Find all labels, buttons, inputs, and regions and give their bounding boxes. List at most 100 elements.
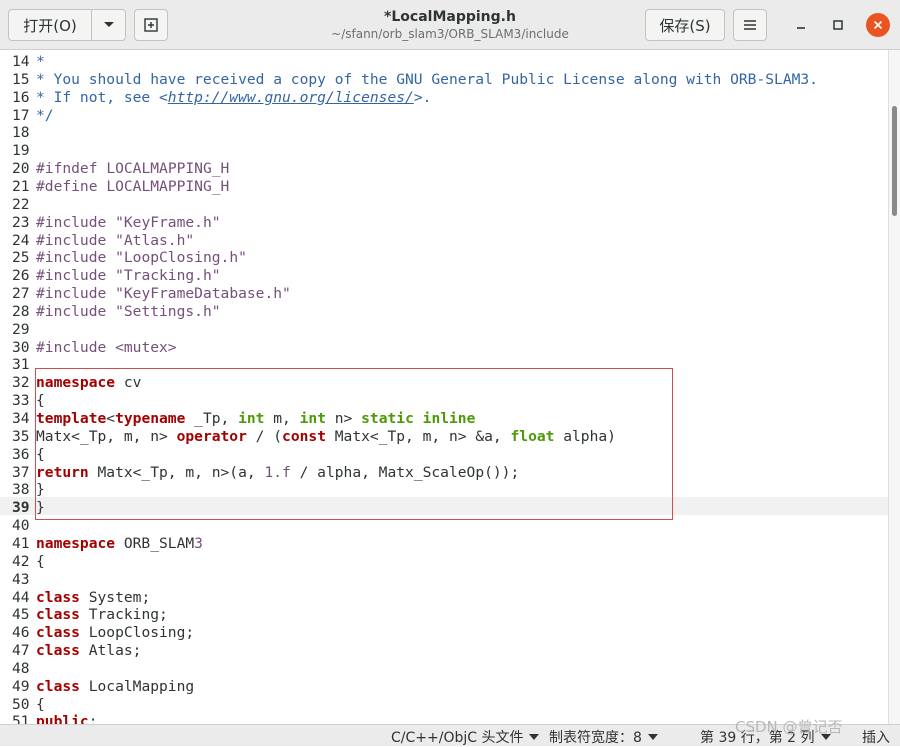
- code-text: #include "KeyFrameDatabase.h": [36, 285, 291, 303]
- close-button[interactable]: [866, 13, 890, 37]
- code-line[interactable]: 49 class LocalMapping: [0, 678, 888, 696]
- code-line[interactable]: 29: [0, 321, 888, 339]
- code-line[interactable]: 42 {: [0, 553, 888, 571]
- code-line[interactable]: 21 #define LOCALMAPPING_H: [0, 178, 888, 196]
- line-number: 41: [12, 534, 30, 552]
- window-title-area: *LocalMapping.h ~/sfann/orb_slam3/ORB_SL…: [250, 8, 650, 42]
- line-number: 46: [12, 624, 30, 642]
- line-number: 39: [12, 499, 30, 517]
- code-editor[interactable]: 14 * 15 * You should have received a copy o…: [0, 50, 888, 724]
- watermark: CSDN @曾记否: [735, 718, 843, 736]
- code-line[interactable]: 25 #include "LoopClosing.h": [0, 249, 888, 267]
- language-selector[interactable]: C/C++/ObjC 头文件: [391, 727, 540, 747]
- code-line[interactable]: 50 {: [0, 696, 888, 714]
- code-line[interactable]: 30 #include <mutex>: [0, 339, 888, 357]
- minimize-icon: [797, 27, 805, 29]
- insert-mode-indicator[interactable]: 插入: [862, 727, 890, 747]
- open-button-group: 打开(O): [8, 9, 126, 41]
- menu-button[interactable]: [733, 9, 767, 41]
- scrollbar-thumb[interactable]: [892, 106, 897, 216]
- code-text: namespace cv: [36, 374, 142, 392]
- line-number: 20: [12, 160, 30, 178]
- code-text: #include "Settings.h": [36, 302, 221, 320]
- code-text: {: [36, 445, 45, 463]
- code-line[interactable]: 31: [0, 356, 888, 374]
- code-text: return Matx<_Tp, m, n>(a, 1.f / alpha, M…: [36, 463, 520, 481]
- code-line[interactable]: 17 */: [0, 107, 888, 125]
- code-line[interactable]: 38}: [0, 481, 888, 499]
- code-line[interactable]: 37 return Matx<_Tp, m, n>(a, 1.f / alpha,…: [0, 464, 888, 482]
- code-text: #include "Atlas.h": [36, 231, 195, 249]
- open-menu-button[interactable]: [92, 10, 125, 40]
- code-line[interactable]: 32 namespace cv: [0, 374, 888, 392]
- code-line[interactable]: 39}: [0, 499, 888, 517]
- code-line[interactable]: 15 * You should have received a copy of t…: [0, 71, 888, 89]
- vertical-scrollbar[interactable]: [888, 50, 900, 724]
- save-button[interactable]: 保存(S): [645, 9, 725, 41]
- line-number: 51: [12, 713, 30, 724]
- maximize-button[interactable]: [826, 13, 850, 37]
- code-line[interactable]: 27 #include "KeyFrameDatabase.h": [0, 285, 888, 303]
- tab-width-selector[interactable]: 制表符宽度：8: [549, 727, 658, 747]
- code-line[interactable]: 46 class LoopClosing;: [0, 624, 888, 642]
- code-line[interactable]: 14 *: [0, 53, 888, 71]
- line-number: 36: [12, 445, 30, 463]
- code-line[interactable]: 44 class System;: [0, 589, 888, 607]
- file-path: ~/sfann/orb_slam3/ORB_SLAM3/include: [331, 27, 569, 41]
- minimize-button[interactable]: [789, 13, 813, 37]
- line-number: 42: [12, 552, 30, 570]
- line-number: 30: [12, 338, 30, 356]
- code-line[interactable]: 36 {: [0, 446, 888, 464]
- code-line[interactable]: 40: [0, 517, 888, 535]
- line-number: 37: [12, 463, 30, 481]
- line-number: 15: [12, 70, 30, 88]
- code-line[interactable]: 16 * If not, see <http://www.gnu.org/lice…: [0, 89, 888, 107]
- code-line[interactable]: 45 class Tracking;: [0, 606, 888, 624]
- line-number: 14: [12, 53, 30, 70]
- window-title: *LocalMapping.h: [384, 9, 516, 25]
- hamburger-menu-icon: [744, 20, 756, 30]
- close-icon: [873, 20, 883, 30]
- code-text: #define LOCALMAPPING_H: [36, 177, 230, 195]
- code-line[interactable]: 23 #include "KeyFrame.h": [0, 214, 888, 232]
- code-text: class LoopClosing;: [36, 624, 195, 642]
- code-line[interactable]: 41 namespace ORB_SLAM3: [0, 535, 888, 553]
- line-number: 49: [12, 677, 30, 695]
- code-line[interactable]: 48: [0, 660, 888, 678]
- line-number: 32: [12, 374, 30, 392]
- line-number: 45: [12, 606, 30, 624]
- code-line[interactable]: 24 #include "Atlas.h": [0, 232, 888, 250]
- line-number: 18: [12, 124, 30, 142]
- code-line[interactable]: 43: [0, 571, 888, 589]
- line-number: 40: [12, 517, 30, 535]
- code-line[interactable]: 28 #include "Settings.h": [0, 303, 888, 321]
- code-line[interactable]: 33 {: [0, 392, 888, 410]
- code-text: Matx<_Tp, m, n> operator / (const Matx<_…: [36, 427, 616, 445]
- code-line[interactable]: 47 class Atlas;: [0, 642, 888, 660]
- line-number: 23: [12, 213, 30, 231]
- open-button[interactable]: 打开(O): [9, 10, 92, 40]
- code-line[interactable]: 19: [0, 142, 888, 160]
- code-text: #ifndef LOCALMAPPING_H: [36, 160, 230, 178]
- code-text: class System;: [36, 588, 151, 606]
- code-line[interactable]: 34 template<typename _Tp, int m, int n> s…: [0, 410, 888, 428]
- chevron-down-icon: [529, 734, 540, 740]
- code-line[interactable]: 22: [0, 196, 888, 214]
- header-bar: 打开(O) *LocalMapping.h ~/sfann/orb_slam3/…: [0, 0, 900, 50]
- new-tab-button[interactable]: [134, 9, 168, 41]
- code-line[interactable]: 18: [0, 124, 888, 142]
- code-text: * You should have received a copy of the…: [36, 70, 818, 88]
- code-line[interactable]: 20 #ifndef LOCALMAPPING_H: [0, 160, 888, 178]
- code-text: #include <mutex>: [36, 338, 177, 356]
- code-line[interactable]: 26 #include "Tracking.h": [0, 267, 888, 285]
- line-number: 34: [12, 410, 30, 427]
- line-number: 35: [12, 427, 30, 445]
- tab-width-label: 制表符宽度：8: [549, 730, 642, 746]
- code-line[interactable]: 35 Matx<_Tp, m, n> operator / (const Matx…: [0, 428, 888, 446]
- code-text: */: [36, 106, 54, 124]
- line-number: 31: [12, 356, 30, 374]
- language-label: C/C++/ObjC 头文件: [391, 730, 524, 746]
- code-text: class Tracking;: [36, 606, 168, 624]
- code-text: }: [36, 481, 45, 499]
- line-number: 48: [12, 659, 30, 677]
